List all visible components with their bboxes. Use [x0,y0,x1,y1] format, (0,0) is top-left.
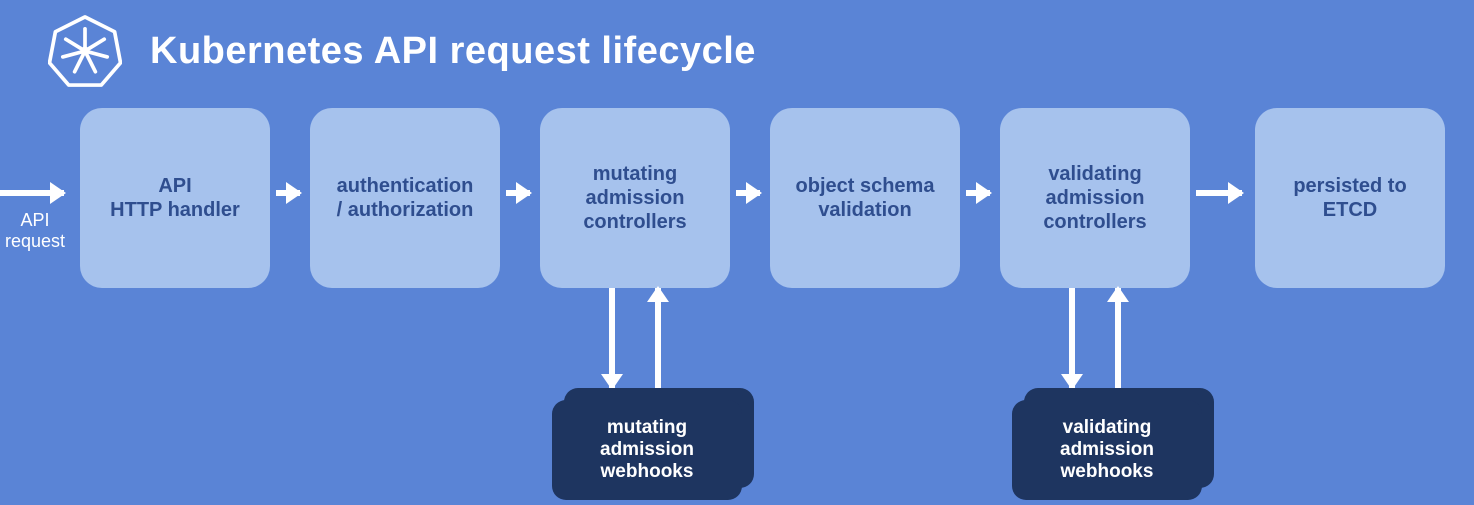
flow-arrow-icon [1196,190,1242,196]
stage-label: mutatingadmissioncontrollers [583,162,686,234]
flow-arrow-icon [736,190,760,196]
webhook-card-front: validatingadmissionwebhooks [1012,400,1202,500]
flow-arrow-icon [506,190,530,196]
stage-persist-etcd: persisted toETCD [1255,108,1445,288]
header: Kubernetes API request lifecycle [48,14,756,88]
entry-api-request-label: APIrequest [0,210,70,251]
webhook-validating: validatingadmissionwebhooks [1012,388,1214,500]
flow-arrow-icon [966,190,990,196]
stage-schema-validation: object schemavalidation [770,108,960,288]
webhook-card-front: mutatingadmissionwebhooks [552,400,742,500]
flow-arrow-icon [0,190,64,196]
stage-validating-controllers: validatingadmissioncontrollers [1000,108,1190,288]
webhook-bidir-arrow-icon [595,288,675,388]
flow-arrow-icon [276,190,300,196]
webhook-label: mutatingadmissionwebhooks [600,417,694,483]
stage-label: APIHTTP handler [110,174,240,222]
stage-label: object schemavalidation [796,174,935,222]
webhook-mutating: mutatingadmissionwebhooks [552,388,754,500]
stage-label: validatingadmissioncontrollers [1043,162,1146,234]
webhook-label: validatingadmissionwebhooks [1060,417,1154,483]
stage-label: authentication/ authorization [337,174,474,222]
diagram-title: Kubernetes API request lifecycle [150,30,756,73]
webhook-bidir-arrow-icon [1055,288,1135,388]
kubernetes-logo-icon [48,14,122,88]
stage-label: persisted toETCD [1293,174,1406,222]
stage-api-http-handler: APIHTTP handler [80,108,270,288]
stage-mutating-controllers: mutatingadmissioncontrollers [540,108,730,288]
stage-authn-authz: authentication/ authorization [310,108,500,288]
